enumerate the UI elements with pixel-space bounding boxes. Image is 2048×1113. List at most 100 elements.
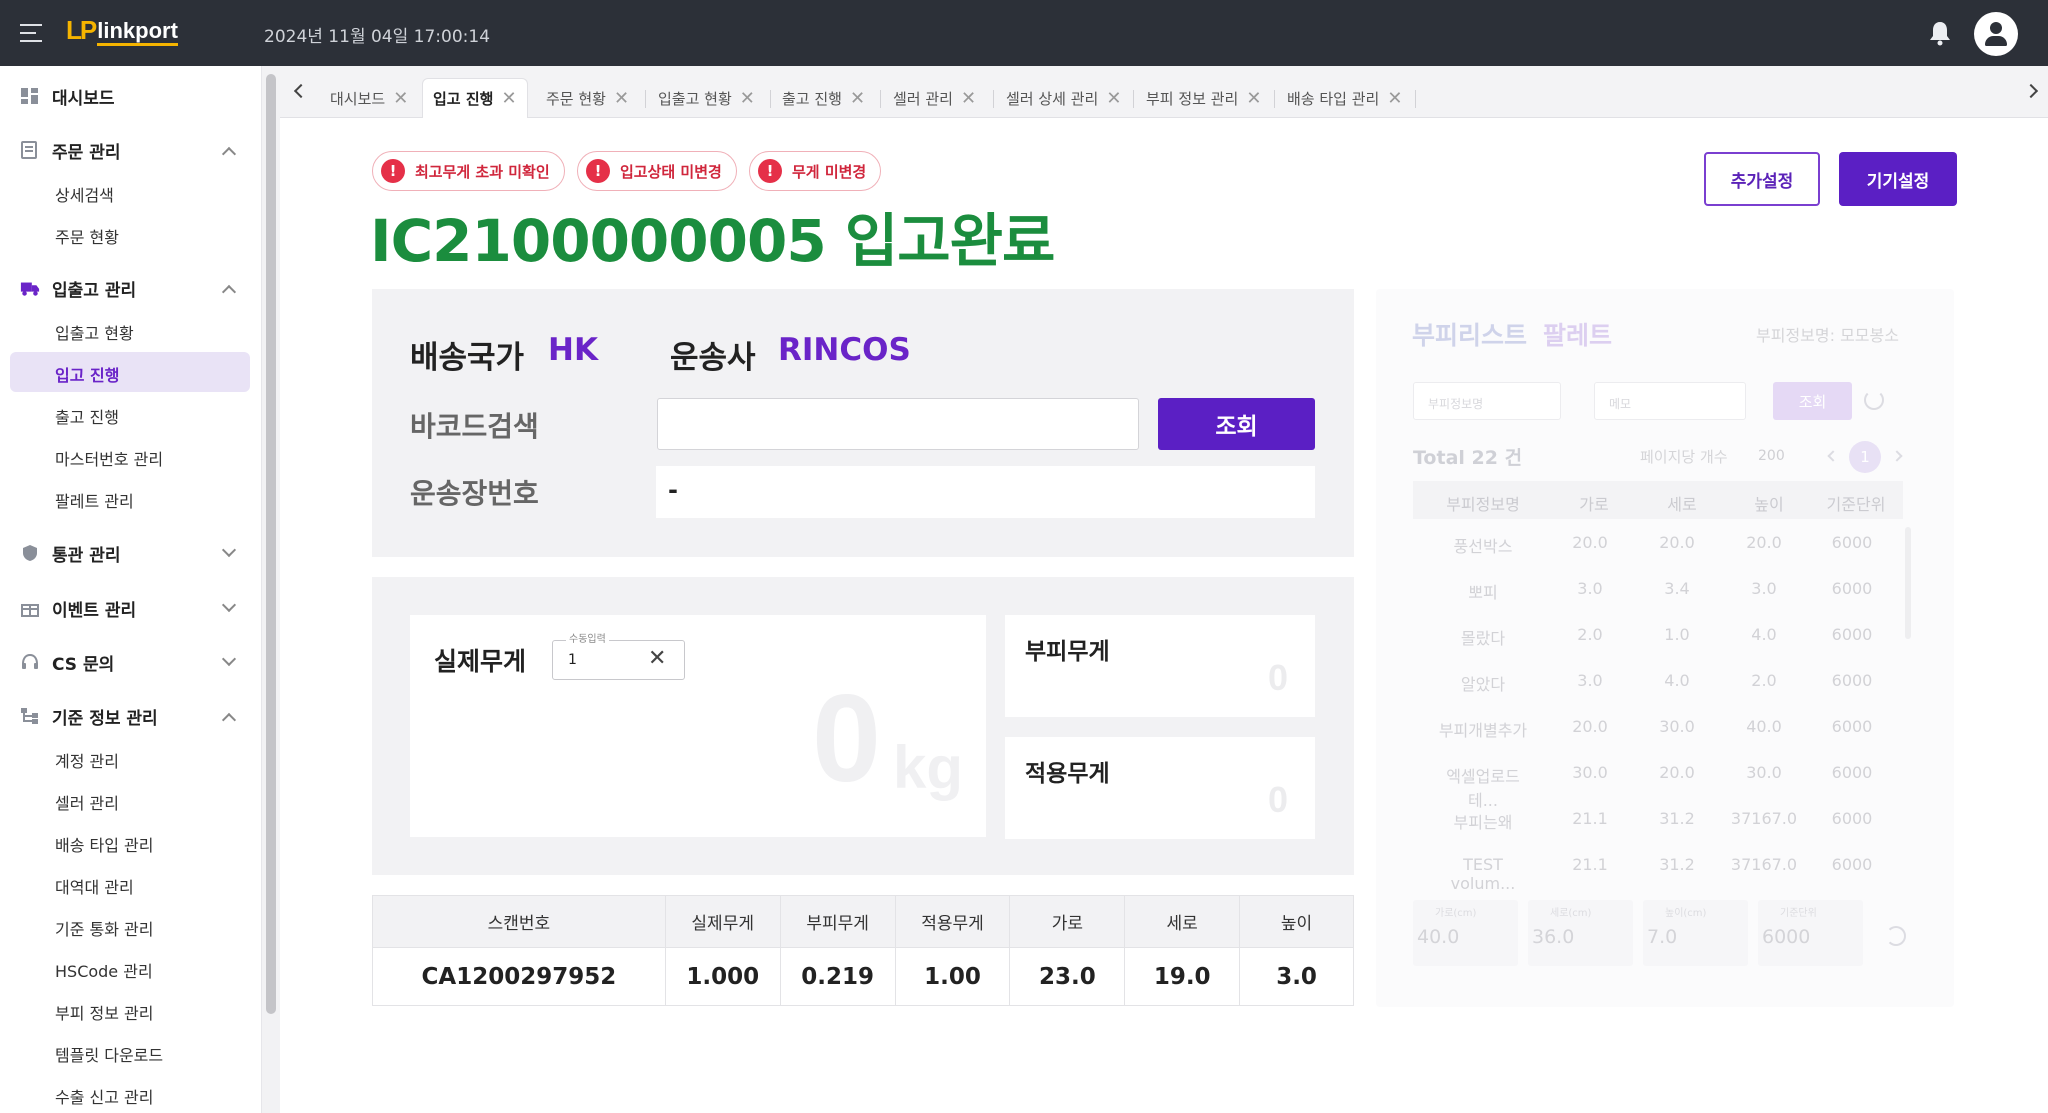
sidebar-label: CS 문의 <box>52 654 115 675</box>
close-icon[interactable]: ✕ <box>1246 88 1261 109</box>
sidebar-item-seller[interactable]: 셀러 관리 <box>10 780 250 820</box>
user-avatar-icon[interactable] <box>1974 12 2018 56</box>
shield-icon <box>23 545 37 561</box>
close-icon[interactable]: ✕ <box>393 88 408 109</box>
close-icon[interactable]: ✕ <box>614 88 629 109</box>
tab-seller[interactable]: 셀러 관리 ✕ <box>883 78 986 118</box>
reset-icon[interactable] <box>1886 926 1906 946</box>
per-page-select[interactable]: 200 <box>1758 448 1785 464</box>
sidebar-group-customs[interactable]: 통관 관리 <box>0 533 262 573</box>
table-cell: 1.0 <box>1664 625 1690 644</box>
sidebar-group-io[interactable]: 입출고 관리 <box>0 268 262 308</box>
table-row[interactable]: CA1200297952 1.000 0.219 1.00 23.0 19.0 … <box>372 947 1354 1006</box>
close-icon[interactable]: ✕ <box>1106 88 1121 109</box>
chevron-up-icon <box>221 146 237 162</box>
volume-search-button[interactable]: 조회 <box>1773 382 1852 420</box>
close-icon[interactable]: ✕ <box>1387 88 1402 109</box>
column-header: 가로 <box>1579 495 1609 514</box>
volume-list-tab[interactable]: 부피리스트 <box>1412 316 1527 352</box>
table-cell: 20.0 <box>1746 533 1782 552</box>
sidebar-item-inbound[interactable]: 입고 진행 <box>10 352 250 392</box>
table-cell: 6000 <box>1831 579 1873 598</box>
sidebar-item-account[interactable]: 계정 관리 <box>10 738 250 778</box>
table-cell: 6000 <box>1831 763 1873 782</box>
table-cell: 23.0 <box>1009 947 1126 1006</box>
sidebar-item-detail-search[interactable]: 상세검색 <box>10 172 250 212</box>
column-header: 가로 <box>1009 895 1126 948</box>
tab-dashboard[interactable]: 대시보드 ✕ <box>320 78 418 118</box>
search-button[interactable]: 조회 <box>1158 398 1315 450</box>
tab-scroll-left-icon[interactable] <box>293 83 309 99</box>
sidebar-group-cs[interactable]: CS 문의 <box>0 642 262 682</box>
pallet-tab[interactable]: 팔레트 <box>1543 316 1612 352</box>
linkport-logo[interactable]: LP linkport <box>66 15 178 46</box>
tab-inbound[interactable]: 입고 진행 ✕ <box>422 78 528 118</box>
sidebar-group-event[interactable]: 이벤트 관리 <box>0 588 262 628</box>
tab-scroll-right-icon[interactable] <box>2023 83 2039 99</box>
alert-badge-max-weight[interactable]: ! 최고무게 초과 미확인 <box>372 151 565 191</box>
carrier-value: RINCOS <box>778 332 911 368</box>
sidebar-group-base-info[interactable]: 기준 정보 관리 <box>0 696 262 736</box>
tab-io-status[interactable]: 입출고 현황 ✕ <box>648 78 765 118</box>
sidebar-label: 기준 정보 관리 <box>52 708 158 729</box>
tab-outbound[interactable]: 출고 진행 ✕ <box>772 78 875 118</box>
sidebar-item-master-number[interactable]: 마스터번호 관리 <box>10 436 250 476</box>
close-icon[interactable]: ✕ <box>740 88 755 109</box>
sidebar-item-pallet[interactable]: 팔레트 관리 <box>10 478 250 518</box>
sidebar-item-currency[interactable]: 기준 통화 관리 <box>10 906 250 946</box>
barcode-search-input[interactable] <box>657 398 1139 450</box>
sidebar-item-volume-info[interactable]: 부피 정보 관리 <box>10 990 250 1030</box>
refresh-icon[interactable] <box>1864 390 1884 410</box>
unit-input[interactable]: 기준단위 6000 <box>1758 900 1863 966</box>
hierarchy-icon <box>21 708 38 724</box>
close-icon[interactable]: ✕ <box>850 88 865 109</box>
order-icon <box>21 141 37 159</box>
alert-badge-weight-unchanged[interactable]: ! 무게 미변경 <box>749 151 882 191</box>
table-cell: 37167.0 <box>1730 855 1798 874</box>
page-number-button[interactable]: 1 <box>1849 441 1881 473</box>
height-input[interactable]: 높이(cm) 7.0 <box>1643 900 1748 966</box>
column-header: 부피무게 <box>779 895 896 948</box>
column-header: 높이 <box>1239 895 1354 948</box>
sidebar-scrollbar[interactable] <box>262 66 280 1113</box>
table-cell: 4.0 <box>1751 625 1777 644</box>
tab-volume-info[interactable]: 부피 정보 관리 ✕ <box>1136 78 1271 118</box>
sidebar-group-order[interactable]: 주문 관리 <box>0 130 262 170</box>
volume-table-scrollbar[interactable] <box>1905 527 1911 639</box>
sidebar-item-hscode[interactable]: HSCode 관리 <box>10 948 250 988</box>
length-input[interactable]: 세로(cm) 36.0 <box>1528 900 1633 966</box>
table-cell: 4.0 <box>1664 671 1690 690</box>
device-settings-button[interactable]: 기기설정 <box>1839 152 1957 206</box>
tab-order-status[interactable]: 주문 현황 ✕ <box>536 78 639 118</box>
table-cell: 엑셀업로드테... <box>1446 767 1520 810</box>
close-icon[interactable]: ✕ <box>961 88 976 109</box>
menu-collapse-icon[interactable] <box>20 22 46 44</box>
table-cell: 6000 <box>1831 533 1873 552</box>
clear-icon[interactable]: ✕ <box>648 646 666 671</box>
gift-icon <box>21 604 39 617</box>
table-cell: 3.0 <box>1751 579 1777 598</box>
sidebar-item-outbound[interactable]: 출고 진행 <box>10 394 250 434</box>
sidebar-item-shipping-type[interactable]: 배송 타입 관리 <box>10 822 250 862</box>
close-icon[interactable]: ✕ <box>501 88 516 109</box>
sidebar-label: 대시보드 <box>52 88 115 109</box>
column-header: 적용무게 <box>894 895 1011 948</box>
notification-bell-icon[interactable] <box>1928 20 1952 46</box>
sidebar-item-io-status[interactable]: 입출고 현황 <box>10 310 250 350</box>
extra-settings-button[interactable]: 추가설정 <box>1704 152 1820 206</box>
tab-shipping-type[interactable]: 배송 타입 관리 ✕ <box>1277 78 1412 118</box>
current-datetime: 2024년 11월 04일 17:00:14 <box>264 27 491 47</box>
actual-weight-display: 0 <box>812 670 881 808</box>
sidebar-item-dashboard[interactable]: 대시보드 <box>0 76 262 116</box>
volume-name-input[interactable]: 부피정보명 <box>1413 382 1561 420</box>
carrier-label: 운송사 <box>670 340 756 376</box>
scrollbar-thumb[interactable] <box>266 74 276 1014</box>
sidebar-item-template-download[interactable]: 템플릿 다운로드 <box>10 1032 250 1072</box>
sidebar-item-order-status[interactable]: 주문 현황 <box>10 214 250 254</box>
width-input[interactable]: 가로(cm) 40.0 <box>1413 900 1518 966</box>
memo-select[interactable]: 메모 <box>1594 382 1746 420</box>
sidebar-item-export-declaration[interactable]: 수출 신고 관리 <box>10 1074 250 1113</box>
sidebar-item-band[interactable]: 대역대 관리 <box>10 864 250 904</box>
alert-badge-inbound-status[interactable]: ! 입고상태 미변경 <box>577 151 737 191</box>
tab-seller-detail[interactable]: 셀러 상세 관리 ✕ <box>996 78 1131 118</box>
